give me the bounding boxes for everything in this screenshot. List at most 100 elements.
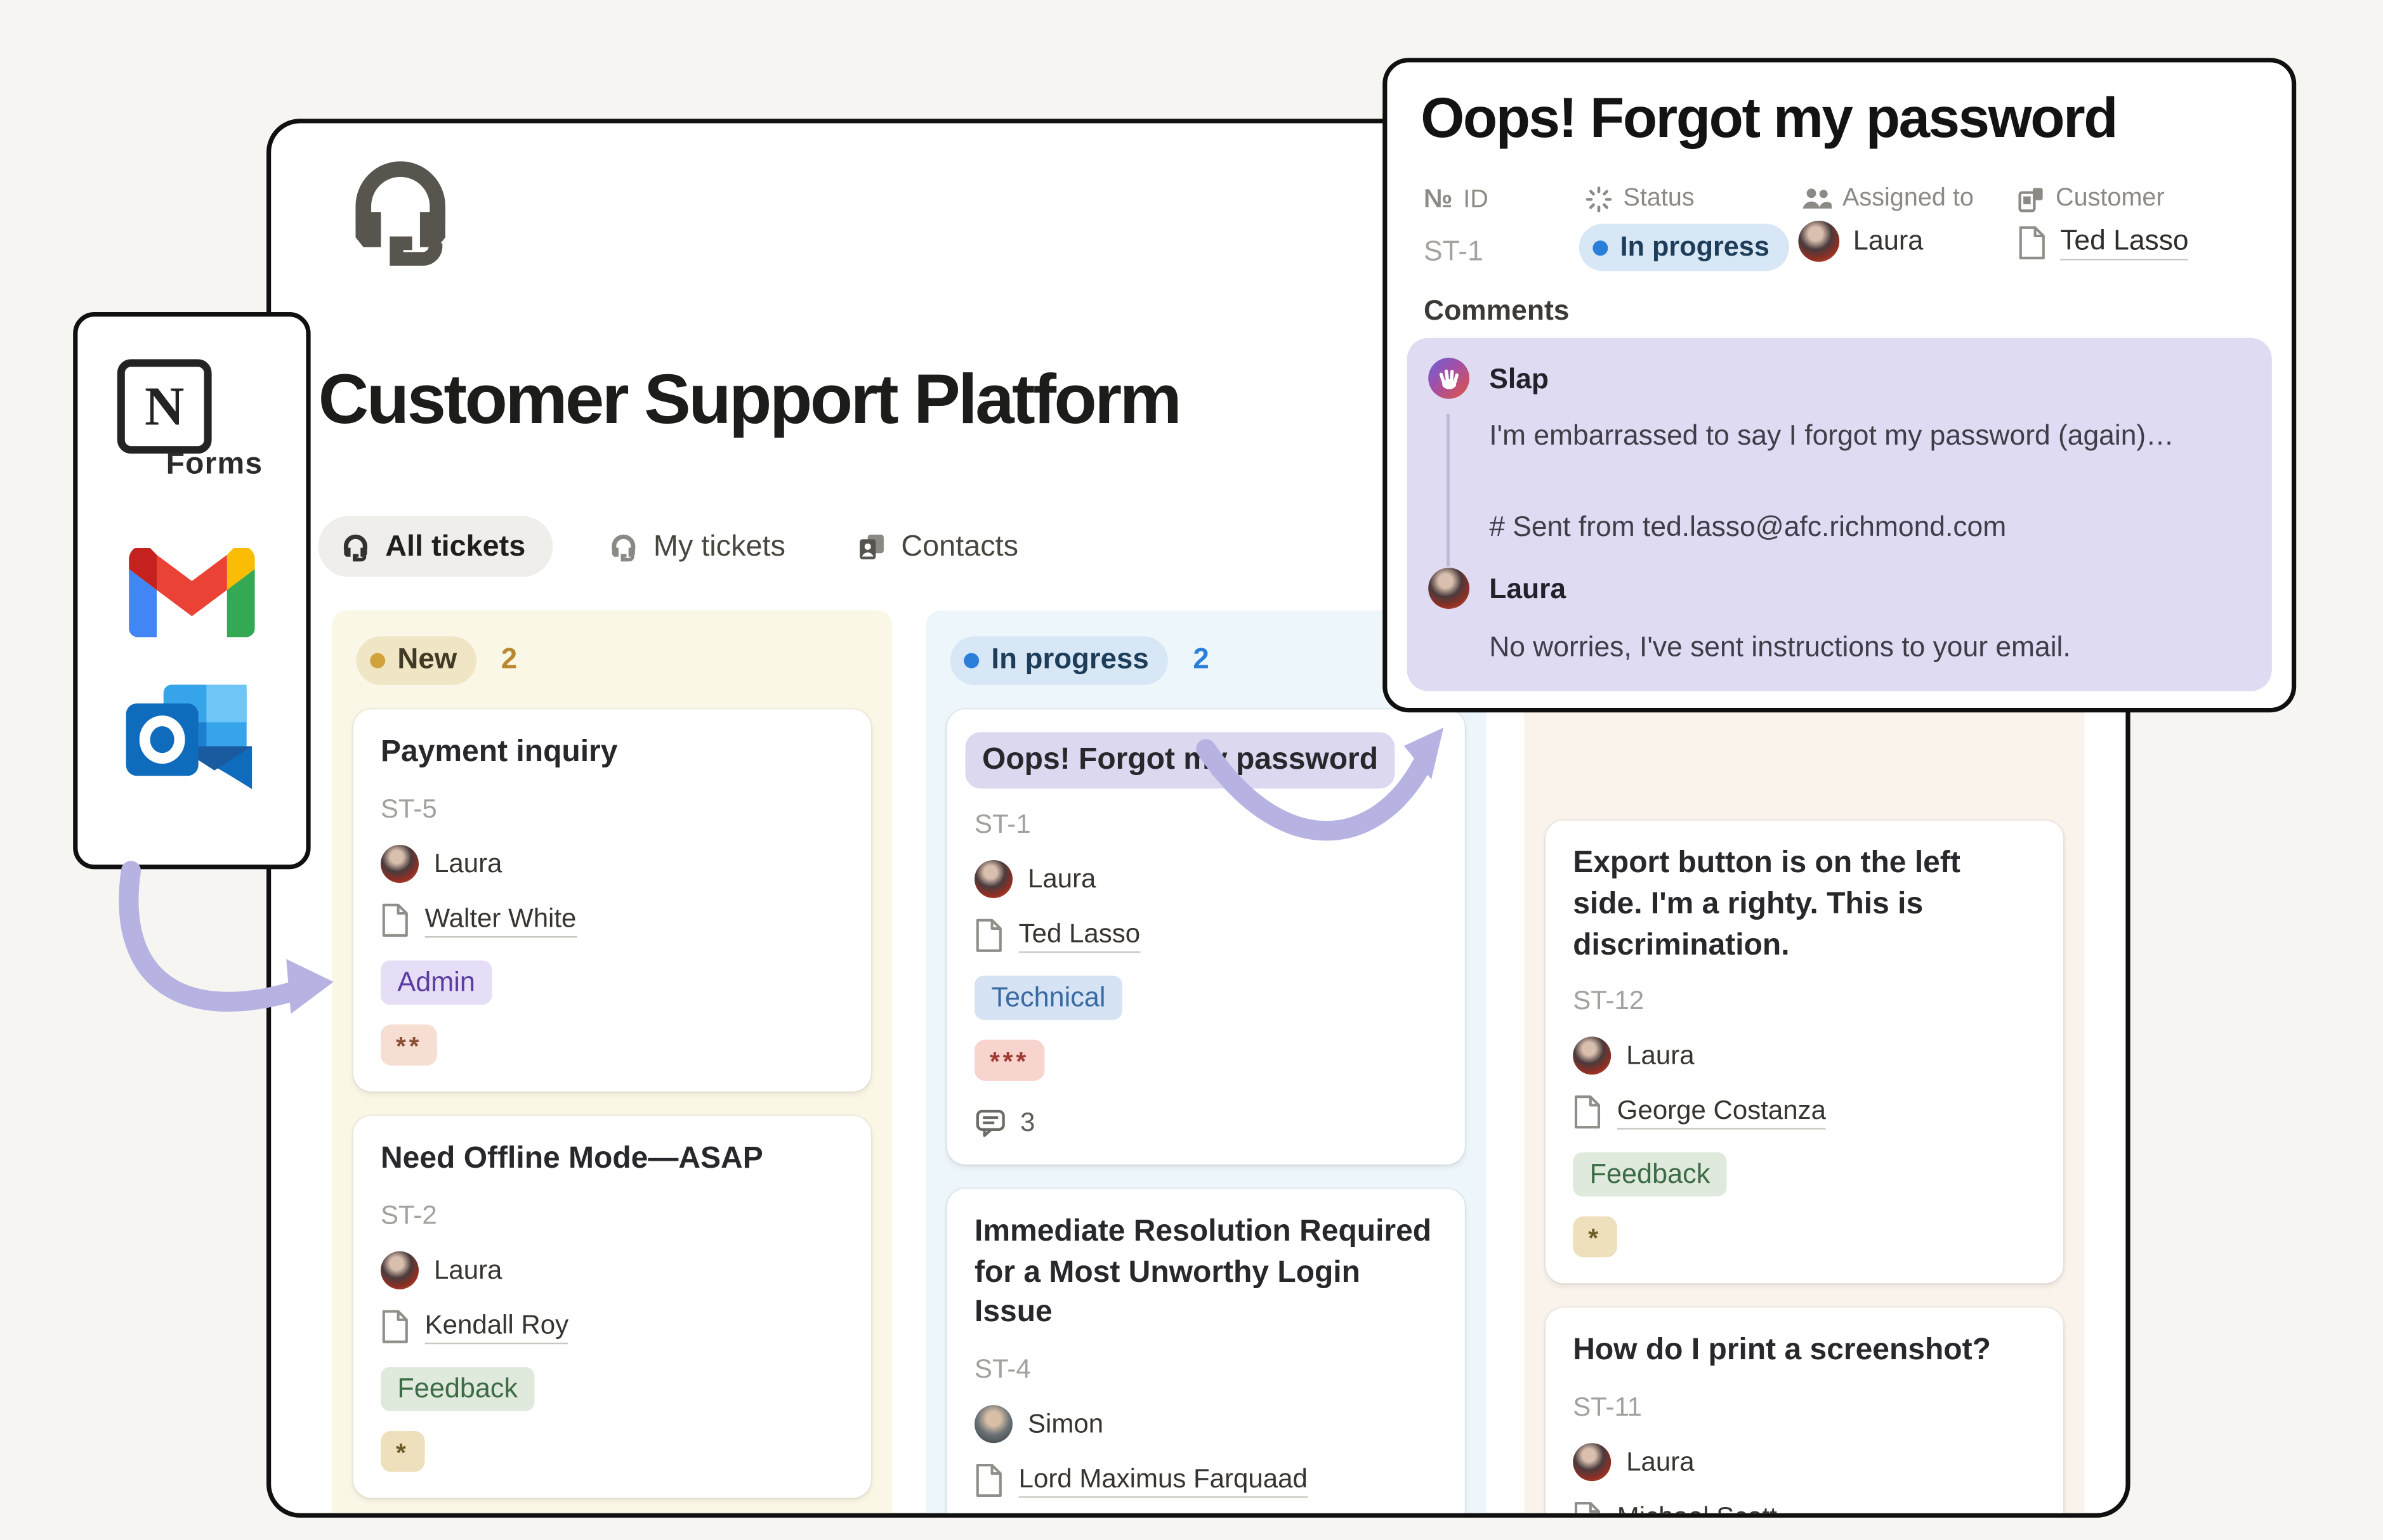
headset-icon	[608, 530, 640, 562]
assignee-name: Laura	[1853, 225, 1924, 257]
card-title: Export button is on the left side. I'm a…	[1573, 844, 2036, 966]
ticket-id: ST-12	[1573, 986, 2036, 1017]
field-label-customer: Customer	[2018, 184, 2165, 213]
avatar	[381, 845, 419, 883]
view-tabs: All tickets My tickets Contacts	[318, 516, 1034, 577]
ticket-id: ST-11	[1573, 1392, 2036, 1423]
tab-label: Contacts	[901, 529, 1018, 564]
assignee-row: Laura	[975, 860, 1438, 898]
comment-count-row: 3	[975, 1106, 1438, 1138]
customer-row: Lord Maximus Farquaad	[975, 1463, 1438, 1498]
field-label-text: ID	[1463, 185, 1488, 214]
avatar	[1573, 1444, 1611, 1482]
thread-line	[1447, 414, 1450, 566]
tab-my-tickets[interactable]: My tickets	[593, 516, 801, 577]
card-title: How do I print a screenshot?	[1573, 1331, 2036, 1372]
comment-author: Slap	[1489, 362, 1549, 396]
tag-admin: Admin	[381, 960, 492, 1005]
avatar	[1573, 1037, 1611, 1075]
customer-link[interactable]: Ted Lasso	[2060, 224, 2188, 261]
page-icon	[975, 918, 1004, 953]
customer-link[interactable]: Michael Scott	[1617, 1501, 1777, 1518]
assignee-name: Laura	[1626, 1446, 1694, 1478]
assignee-row: Laura	[1573, 1037, 2036, 1075]
ticket-card-st11[interactable]: How do I print a screenshot? ST-11 Laura…	[1546, 1308, 2063, 1518]
customer-link[interactable]: Kendall Roy	[425, 1308, 569, 1343]
field-label-status: Status	[1585, 184, 1694, 213]
field-label-assigned: Assigned to	[1801, 184, 1974, 213]
card-title: Immediate Resolution Required for a Most…	[975, 1211, 1438, 1334]
headset-logo-icon	[338, 148, 463, 273]
field-label-text: Status	[1623, 184, 1694, 213]
customer-link[interactable]: Lord Maximus Farquaad	[1019, 1463, 1308, 1498]
customer-link[interactable]: Ted Lasso	[1019, 918, 1140, 953]
ticket-card-st4[interactable]: Immediate Resolution Required for a Most…	[947, 1189, 1465, 1518]
status-dot	[1592, 240, 1608, 255]
status-pill-new[interactable]: New	[357, 636, 477, 685]
avatar	[1798, 221, 1839, 262]
status-label: New	[397, 644, 457, 677]
status-dot	[370, 653, 385, 669]
comment-author: Laura	[1489, 572, 1566, 606]
notion-icon: N	[117, 359, 212, 454]
tab-all-tickets[interactable]: All tickets	[318, 516, 553, 577]
assigned-value[interactable]: Laura	[1798, 221, 1923, 262]
avatar	[975, 1406, 1013, 1444]
comments-heading: Comments	[1424, 294, 1569, 327]
priority-badge: *	[381, 1430, 424, 1471]
comments-thread: Slap I'm embarrassed to say I forgot my …	[1407, 338, 2272, 691]
customer-row: Michael Scott	[1573, 1501, 2036, 1518]
card-title: Need Offline Mode—ASAP	[381, 1139, 844, 1179]
ticket-card-st2[interactable]: Need Offline Mode—ASAP ST-2 Laura Kendal…	[353, 1116, 871, 1498]
page-title: Customer Support Platform	[318, 358, 1180, 440]
assignee-name: Laura	[434, 847, 502, 879]
column-header-new: New 2	[332, 610, 892, 685]
notion-forms-label: Forms	[166, 448, 263, 483]
page-icon	[1573, 1501, 1602, 1518]
assignee-name: Simon	[1028, 1408, 1103, 1440]
customer-row: George Costanza	[1573, 1095, 2036, 1130]
assignee-name: Laura	[1626, 1040, 1694, 1072]
card-title: Oops! Forgot my password	[975, 732, 1438, 788]
column-third: Export button is on the left side. I'm a…	[1524, 610, 2084, 1517]
priority-badge: **	[381, 1024, 437, 1066]
ticket-card-st12[interactable]: Export button is on the left side. I'm a…	[1546, 821, 2063, 1284]
numero-icon: №	[1424, 184, 1452, 214]
customer-row: Kendall Roy	[381, 1308, 844, 1343]
headset-icon	[339, 530, 371, 562]
comment-text: I'm embarrassed to say I forgot my passw…	[1489, 419, 2254, 452]
column-new: New 2 Payment inquiry ST-5 Laura Walter …	[332, 610, 892, 1517]
status-dot	[964, 653, 979, 669]
column-count: 2	[1193, 644, 1209, 677]
customer-link[interactable]: Walter White	[425, 903, 577, 937]
ticket-card-st1[interactable]: Oops! Forgot my password ST-1 Laura Ted …	[947, 709, 1465, 1164]
field-label-id: № ID	[1424, 184, 1488, 214]
assignee-row: Simon	[975, 1406, 1438, 1444]
tab-label: My tickets	[653, 529, 785, 564]
status-label: In progress	[991, 644, 1148, 677]
ticket-detail-popup: Oops! Forgot my password № ID Status	[1382, 58, 2296, 712]
ticket-id: ST-4	[975, 1354, 1438, 1385]
column-count: 2	[501, 644, 517, 677]
ticket-card-st5[interactable]: Payment inquiry ST-5 Laura Walter White …	[353, 709, 871, 1091]
priority-badge: ***	[975, 1040, 1044, 1081]
relation-card-icon	[2018, 185, 2045, 212]
field-label-text: Customer	[2056, 184, 2165, 213]
page-icon	[2018, 225, 2047, 259]
assignee-name: Laura	[1028, 863, 1096, 894]
highlighted-title: Oops! Forgot my password	[966, 732, 1395, 788]
tag-feedback: Feedback	[1573, 1153, 1727, 1197]
comment-text: # Sent from ted.lasso@afc.richmond.com	[1489, 510, 2254, 544]
status-pill-in-progress[interactable]: In progress	[950, 636, 1169, 685]
comment-count: 3	[1020, 1106, 1035, 1138]
assignee-row: Laura	[1573, 1444, 2036, 1482]
comment-bubble-icon	[975, 1106, 1006, 1138]
ticket-id: ST-5	[381, 793, 844, 825]
page-icon	[975, 1463, 1004, 1498]
tab-contacts[interactable]: Contacts	[840, 516, 1034, 577]
customer-link[interactable]: George Costanza	[1617, 1095, 1826, 1130]
card-title: Payment inquiry	[381, 732, 844, 773]
tab-label: All tickets	[385, 529, 525, 564]
tag-technical: Technical	[975, 976, 1122, 1020]
status-value[interactable]: In progress	[1579, 224, 1789, 271]
